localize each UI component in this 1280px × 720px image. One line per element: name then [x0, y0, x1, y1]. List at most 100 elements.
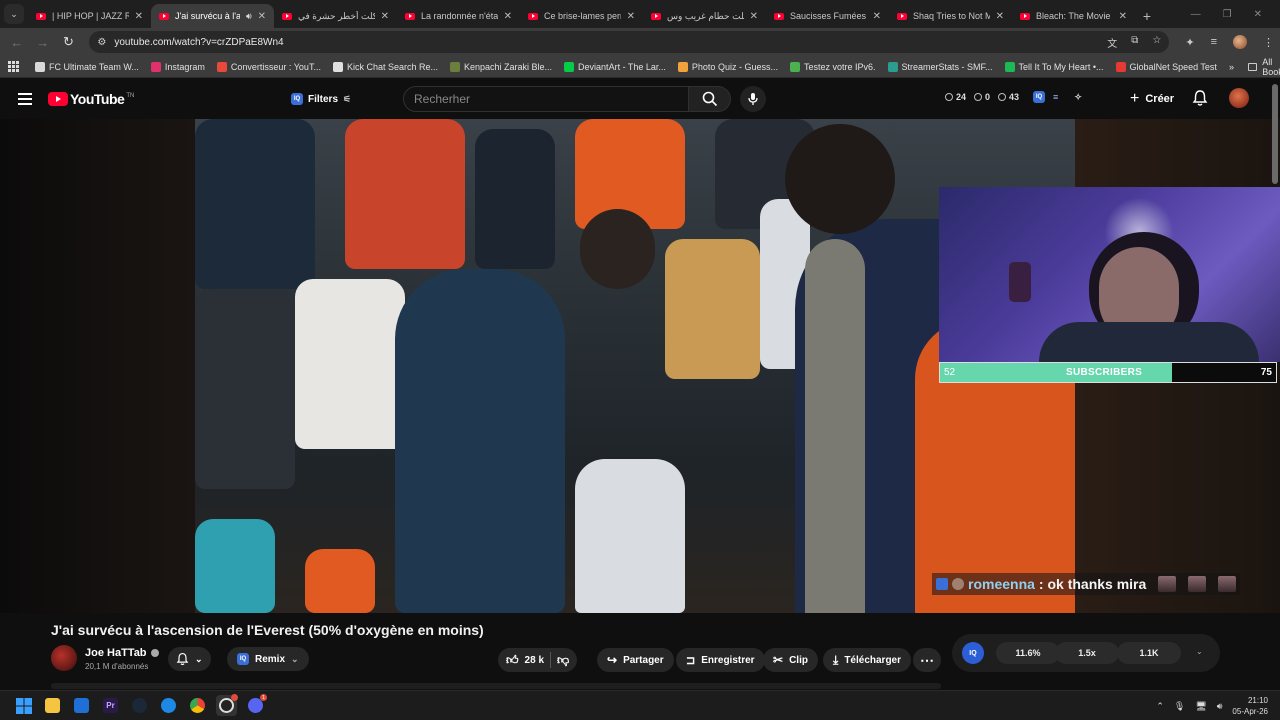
steam-app[interactable] [129, 695, 150, 716]
notifications-button[interactable] [1192, 89, 1208, 110]
filters-label: Filters [308, 93, 339, 105]
address-bar[interactable]: ⚙ youtube.com/watch?v=crZDPaE8Wn4 文 ⧉ ☆ [89, 31, 1170, 53]
voice-search-button[interactable] [740, 86, 766, 112]
outlook-app[interactable] [71, 695, 92, 716]
bookmark-item[interactable]: Instagram [150, 61, 205, 72]
browser-tab[interactable]: | HIP HOP | JAZZ RAP ✕ [28, 4, 151, 28]
browser-tab[interactable]: دخلت حطام غريب وس ✕ [643, 4, 766, 28]
more-bookmarks-icon[interactable]: » [1229, 62, 1234, 72]
bookmark-item[interactable]: StreamerStats - SMF... [887, 61, 993, 72]
chevron-down-icon[interactable]: ⌄ [1196, 647, 1203, 656]
bookmark-item[interactable]: FC Ultimate Team W... [35, 61, 139, 72]
tab-close-icon[interactable]: ✕ [504, 11, 512, 22]
dislike-button[interactable]: 👎︎ [557, 653, 569, 668]
clip-button[interactable]: ✂ Clip [763, 648, 818, 672]
iq-icon[interactable]: IQ [1033, 91, 1046, 103]
file-explorer-app[interactable] [42, 695, 63, 716]
browser-menu-icon[interactable]: ⋮ [1263, 36, 1274, 49]
reading-list-icon[interactable]: ≡ [1211, 36, 1217, 48]
minimize-icon[interactable]: — [1191, 9, 1201, 20]
microphone-icon[interactable]: 🎙︎ [1174, 701, 1185, 712]
browser-tab[interactable]: Saucisses Fumées No ✕ [766, 4, 889, 28]
download-button[interactable]: ⤓ Télécharger [823, 648, 912, 672]
tray-overflow-icon[interactable]: ⌃ [1156, 701, 1164, 712]
subscription-bell-button[interactable]: ⌄ [168, 647, 211, 671]
iq-stat-multiplier: 1.5x [1055, 642, 1119, 664]
browser-tab[interactable]: La randonnée n'était ✕ [397, 4, 520, 28]
bookmark-item[interactable]: Testez votre IPv6. [789, 61, 876, 72]
browser-tab[interactable]: J'ai survécu à l'ascension 🔊︎ ✕ [151, 4, 274, 28]
bookmark-item[interactable]: DeviantArt - The Lar... [564, 61, 666, 72]
tab-close-icon[interactable]: ✕ [627, 11, 635, 22]
subscriber-goal-bar: 52 SUBSCRIBERS 75 [939, 362, 1277, 383]
vscode-app[interactable] [158, 695, 179, 716]
bookmark-item[interactable]: Tell It To My Heart •... [1004, 61, 1104, 72]
bookmark-item[interactable]: Kenpachi Zaraki Ble... [450, 61, 552, 72]
back-button[interactable]: ← [6, 31, 28, 53]
apps-grid-icon[interactable] [8, 60, 19, 73]
browser-tab[interactable]: Shaq Tries to Not Ma ✕ [889, 4, 1012, 28]
tab-close-icon[interactable]: ✕ [1119, 11, 1127, 22]
close-window-icon[interactable]: ✕ [1254, 9, 1262, 20]
account-avatar[interactable] [1229, 88, 1249, 108]
create-button[interactable]: + Créer [1124, 87, 1180, 111]
search-input[interactable] [403, 86, 689, 112]
channel-name-row[interactable]: Joe HaTTab [85, 647, 159, 659]
bookmark-item[interactable]: Convertisseur : YouT... [216, 61, 321, 72]
bookmark-item[interactable]: GlobalNet Speed Test [1115, 61, 1217, 72]
maximize-icon[interactable]: ❐ [1223, 9, 1232, 20]
tab-close-icon[interactable]: ✕ [873, 11, 881, 22]
tab-close-icon[interactable]: ✕ [135, 11, 143, 22]
tab-close-icon[interactable]: ✕ [750, 11, 758, 22]
guide-menu-icon[interactable] [18, 93, 32, 105]
bookmark-item[interactable]: Photo Quiz - Guess... [677, 61, 778, 72]
reload-button[interactable]: ↻ [58, 31, 80, 53]
profile-avatar[interactable] [1233, 35, 1247, 49]
bookmark-item[interactable]: Kick Chat Search Re... [332, 61, 438, 72]
app-icon [161, 698, 176, 713]
browser-tab[interactable]: أكلت أخطر حشرة في ✕ [274, 4, 397, 28]
youtube-favicon-icon [651, 12, 661, 20]
steam-icon [132, 698, 147, 713]
site-info-icon[interactable]: ⚙ [97, 37, 106, 48]
discord-app[interactable]: 1 [245, 694, 267, 716]
extension-gem-icon[interactable]: ✧ [1074, 92, 1082, 103]
extensions-icon[interactable]: ✦ [1185, 36, 1194, 49]
bookmark-star-icon[interactable]: ☆ [1152, 35, 1161, 50]
youtube-logo[interactable]: YouTube TN [48, 91, 134, 107]
all-bookmarks-button[interactable]: All Bookmarks [1247, 57, 1280, 77]
plus-icon: + [1130, 90, 1140, 107]
obs-app[interactable] [216, 694, 238, 716]
start-button[interactable] [13, 695, 34, 716]
volume-icon[interactable]: 🔊︎ [1217, 701, 1223, 712]
browser-tab[interactable]: Ce brise-lames perm ✕ [520, 4, 643, 28]
browser-tab[interactable]: Bleach: The Movie (2 ✕ [1012, 4, 1135, 28]
tab-audio-icon[interactable]: 🔊︎ [246, 11, 252, 22]
tab-search-button[interactable]: ⌄ [4, 4, 24, 24]
new-tab-button[interactable]: + [1135, 4, 1159, 28]
chrome-app[interactable] [187, 695, 208, 716]
like-button[interactable]: 👍︎ 28 k [506, 653, 544, 668]
clock[interactable]: 21:10 05-Apr-26 [1232, 695, 1268, 717]
remix-button[interactable]: IQ Remix ⌄ [227, 647, 309, 671]
forward-button[interactable]: → [32, 31, 54, 53]
page-scrollbar[interactable] [1272, 84, 1278, 184]
filters-button[interactable]: IQ Filters ⚟ [285, 89, 357, 109]
more-actions-button[interactable]: ⋯ [913, 648, 941, 672]
windows-logo-icon [15, 697, 32, 714]
install-app-icon[interactable]: ⧉ [1131, 35, 1138, 50]
channel-avatar[interactable] [51, 645, 77, 671]
person-left [395, 269, 565, 613]
search-button[interactable] [689, 86, 731, 112]
save-button[interactable]: ⊐ Enregistrer [676, 648, 765, 672]
translate-icon[interactable]: 文 [1107, 35, 1117, 50]
list-icon[interactable]: ≡ [1053, 92, 1058, 102]
network-icon[interactable]: 🖥︎ [1195, 701, 1206, 712]
tab-close-icon[interactable]: ✕ [996, 11, 1004, 22]
iq-logo[interactable]: IQ [962, 642, 984, 664]
premiere-app[interactable]: Pr [100, 695, 121, 716]
tab-close-icon[interactable]: ✕ [258, 11, 266, 22]
tab-close-icon[interactable]: ✕ [381, 11, 389, 22]
bookmark-favicon-icon [216, 61, 227, 72]
share-button[interactable]: ↪ Partager [597, 648, 674, 672]
